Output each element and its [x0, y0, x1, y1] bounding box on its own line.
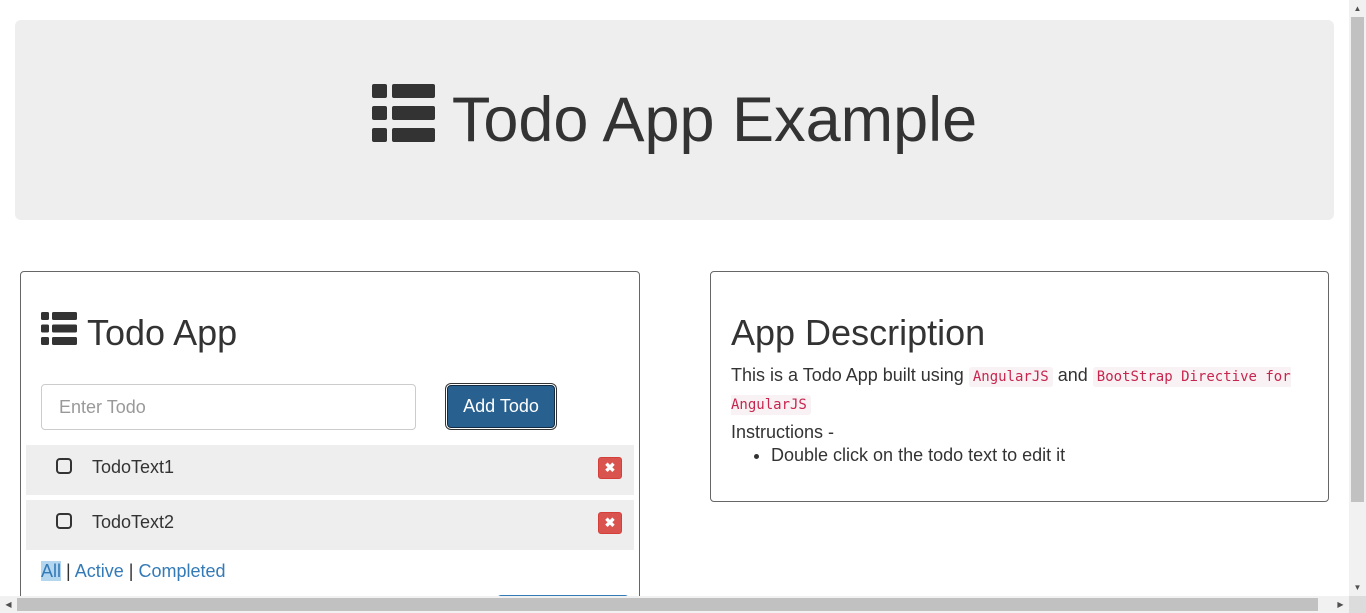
th-list-icon: [41, 312, 77, 354]
filter-completed-link[interactable]: Completed: [138, 561, 225, 581]
scrollbar-corner: [1349, 596, 1366, 613]
jumbotron-header: Todo App Example: [15, 20, 1334, 220]
instruction-item: Double click on the todo text to edit it: [771, 443, 1065, 467]
todo-input[interactable]: [41, 384, 416, 430]
todo-panel-title-text: Todo App: [87, 312, 238, 353]
filter-separator: |: [128, 561, 134, 581]
scroll-down-icon[interactable]: ▼: [1349, 579, 1366, 596]
instructions: Instructions - Double click on the todo …: [731, 422, 1065, 467]
todo-text[interactable]: TodoText2: [92, 512, 174, 533]
instructions-label: Instructions -: [731, 422, 835, 442]
filter-bar: All | Active | Completed: [41, 561, 226, 582]
filter-all-link[interactable]: All: [41, 561, 62, 581]
description-prefix: This is a Todo App built using: [731, 365, 964, 385]
page-viewport: Todo App Example Todo App Add Todo TodoT…: [0, 0, 1349, 596]
todo-checkbox[interactable]: [56, 458, 72, 474]
instructions-list: Double click on the todo text to edit it: [731, 443, 1065, 467]
th-list-icon: [371, 83, 435, 157]
todo-panel: Todo App Add Todo TodoText1 ✖ TodoText2 …: [20, 271, 640, 596]
description-mid: and: [1057, 365, 1088, 385]
todo-item: TodoText1 ✖: [26, 445, 634, 495]
scroll-up-icon[interactable]: ▲: [1349, 0, 1366, 17]
vertical-scroll-thumb[interactable]: [1351, 17, 1364, 502]
add-todo-button[interactable]: Add Todo: [447, 385, 555, 428]
description-text: This is a Todo App built using AngularJS…: [731, 362, 1311, 418]
code-angularjs: AngularJS: [968, 367, 1053, 387]
delete-todo-button[interactable]: ✖: [598, 512, 622, 534]
todo-item: TodoText2 ✖: [26, 500, 634, 550]
todo-text[interactable]: TodoText1: [92, 457, 174, 478]
page-title: Todo App Example: [371, 83, 978, 157]
scroll-right-icon[interactable]: ▶: [1332, 596, 1349, 613]
description-panel: App Description This is a Todo App built…: [710, 271, 1329, 502]
todo-checkbox[interactable]: [56, 513, 72, 529]
horizontal-scroll-thumb[interactable]: [17, 598, 1318, 611]
filter-separator: |: [66, 561, 71, 581]
page-title-text: Todo App Example: [451, 85, 978, 155]
vertical-scrollbar[interactable]: ▲ ▼: [1349, 0, 1366, 596]
todo-panel-title: Todo App: [41, 312, 237, 354]
filter-active-link[interactable]: Active: [75, 561, 124, 581]
description-panel-title: App Description: [731, 312, 986, 353]
horizontal-scrollbar[interactable]: ◀ ▶: [0, 596, 1349, 613]
scroll-left-icon[interactable]: ◀: [0, 596, 17, 613]
delete-todo-button[interactable]: ✖: [598, 457, 622, 479]
